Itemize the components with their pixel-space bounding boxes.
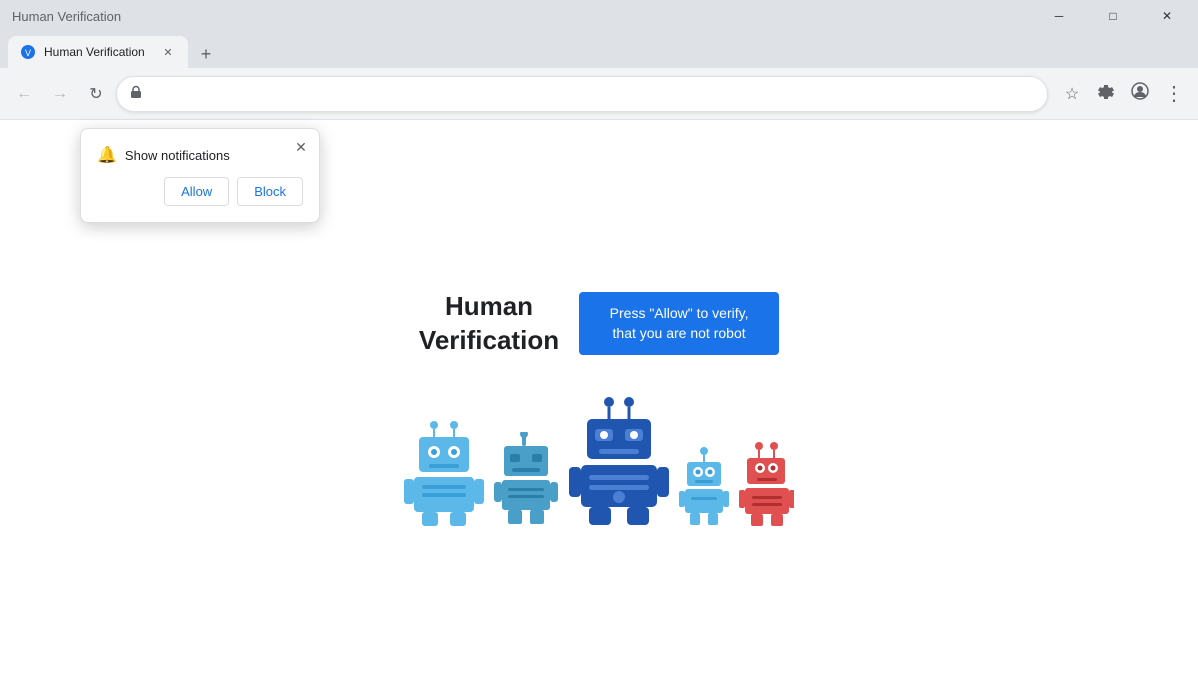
profile-icon (1131, 82, 1149, 105)
notification-message: Show notifications (125, 148, 230, 163)
robot-5 (739, 442, 794, 527)
reload-button[interactable]: ↻ (80, 78, 112, 110)
tab-bar: V Human Verification ✕ + (0, 32, 1198, 68)
toolbar-icons: ☆ ⋮ (1056, 78, 1190, 110)
robots-illustration (404, 397, 794, 527)
minimize-button[interactable]: ─ (1036, 0, 1082, 32)
robot-2 (494, 432, 559, 527)
robot-1 (404, 417, 484, 527)
verification-row: Human Verification Press "Allow" to veri… (419, 290, 779, 358)
active-tab[interactable]: V Human Verification ✕ (8, 36, 188, 68)
robot-4 (679, 447, 729, 527)
notification-popup: 🔔 Show notifications ✕ Allow Block (80, 128, 320, 223)
maximize-button[interactable]: □ (1090, 0, 1136, 32)
block-button[interactable]: Block (237, 177, 303, 206)
verification-title: Human Verification (419, 290, 559, 358)
window-title: Human Verification (12, 9, 121, 24)
robot-3 (569, 397, 669, 527)
extensions-icon (1097, 82, 1115, 105)
reload-icon: ↻ (89, 84, 102, 104)
profile-button[interactable] (1124, 78, 1156, 110)
menu-button[interactable]: ⋮ (1158, 78, 1190, 110)
back-button[interactable]: ← (8, 78, 40, 110)
notification-header: 🔔 Show notifications (97, 145, 303, 165)
svg-text:V: V (25, 48, 31, 58)
url-bar[interactable] (116, 76, 1048, 112)
bell-icon: 🔔 (97, 145, 117, 165)
star-icon: ☆ (1065, 84, 1079, 104)
address-bar: ← → ↻ ☆ (0, 68, 1198, 120)
notification-close-button[interactable]: ✕ (291, 137, 311, 157)
close-button[interactable]: ✕ (1144, 0, 1190, 32)
title-bar: Human Verification ─ □ ✕ (0, 0, 1198, 32)
forward-icon: → (52, 85, 68, 103)
tab-close-button[interactable]: ✕ (160, 44, 176, 60)
browser-content: 🔔 Show notifications ✕ Allow Block Human… (0, 120, 1198, 697)
back-icon: ← (16, 85, 32, 103)
main-content: Human Verification Press "Allow" to veri… (404, 290, 794, 528)
allow-button[interactable]: Allow (164, 177, 229, 206)
lock-icon (129, 85, 143, 102)
verification-cta: Press "Allow" to verify, that you are no… (579, 292, 779, 355)
tab-title: Human Verification (44, 45, 152, 59)
notification-buttons: Allow Block (97, 177, 303, 206)
window-controls: ─ □ ✕ (1036, 0, 1190, 32)
forward-button[interactable]: → (44, 78, 76, 110)
new-tab-button[interactable]: + (192, 40, 220, 68)
tab-favicon: V (20, 44, 36, 60)
menu-icon: ⋮ (1164, 84, 1184, 104)
extensions-button[interactable] (1090, 78, 1122, 110)
bookmark-button[interactable]: ☆ (1056, 78, 1088, 110)
